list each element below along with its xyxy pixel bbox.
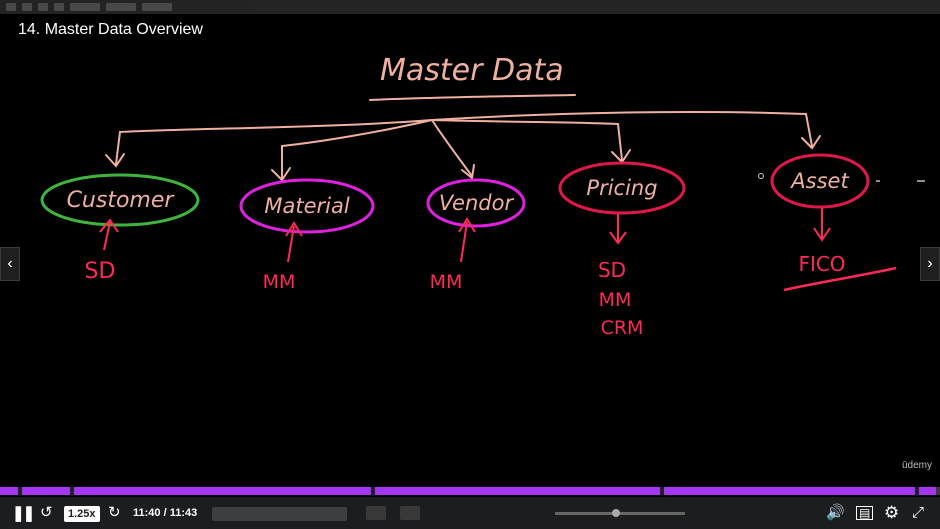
board-heading: Master Data <box>380 53 564 88</box>
branch-line <box>281 119 433 179</box>
prev-lecture-button[interactable]: ‹ <box>0 247 20 281</box>
playback-speed-button[interactable]: 1.25x <box>64 506 100 522</box>
volume-icon[interactable]: 🔊 <box>826 505 845 520</box>
time-display: 11:40 / 11:43 <box>133 507 198 519</box>
module-label: SD <box>598 258 626 282</box>
node-material: Material <box>264 194 349 218</box>
pointer-dot <box>758 173 764 179</box>
chevron-right-icon: › <box>927 255 933 272</box>
module-label: MM <box>430 271 463 293</box>
module-label: CRM <box>601 317 644 339</box>
next-lecture-button[interactable]: › <box>920 247 940 281</box>
toolbar-tool <box>400 506 420 520</box>
chapter-marker <box>18 487 22 495</box>
chapter-marker <box>371 487 375 495</box>
module-label: FICO <box>798 252 845 276</box>
node-customer: Customer <box>67 188 176 213</box>
fullscreen-icon[interactable]: ⤢ <box>912 505 924 520</box>
module-label: SD <box>85 259 116 284</box>
chevron-left-icon: ‹ <box>7 255 13 272</box>
captions-icon[interactable]: ▤ <box>856 506 874 520</box>
module-label: MM <box>599 289 632 311</box>
branch-line <box>115 119 433 165</box>
annotation-toolbox <box>212 507 347 521</box>
rewind-icon[interactable]: ↺ <box>40 505 53 520</box>
player-controls: ❚❚ ↺ 1.25x ↻ 11:40 / 11:43 🔊 ▤ ⚙ ⤢ <box>0 497 940 529</box>
branch-line <box>431 119 623 161</box>
module-label: MM <box>263 271 296 293</box>
forward-icon[interactable]: ↻ <box>108 505 121 520</box>
toolbar-tool <box>366 506 386 520</box>
branch-line <box>431 119 473 177</box>
chapter-marker <box>70 487 74 495</box>
gear-icon[interactable]: ⚙ <box>884 504 899 521</box>
pause-icon[interactable]: ❚❚ <box>12 506 35 521</box>
whiteboard: Master Data Customer SD Material MM Vend… <box>40 53 925 339</box>
node-asset: Asset <box>789 169 849 193</box>
udemy-watermark: ūdemy <box>901 460 932 471</box>
branch-line <box>431 111 813 147</box>
seek-track <box>555 512 685 515</box>
node-pricing: Pricing <box>586 176 657 200</box>
heading-underline <box>369 94 576 101</box>
progress-bar[interactable] <box>0 487 940 495</box>
progress-fill <box>0 487 936 495</box>
seek-knob <box>612 509 620 517</box>
chapter-marker <box>915 487 919 495</box>
node-vendor: Vendor <box>439 191 515 215</box>
chapter-marker <box>660 487 664 495</box>
